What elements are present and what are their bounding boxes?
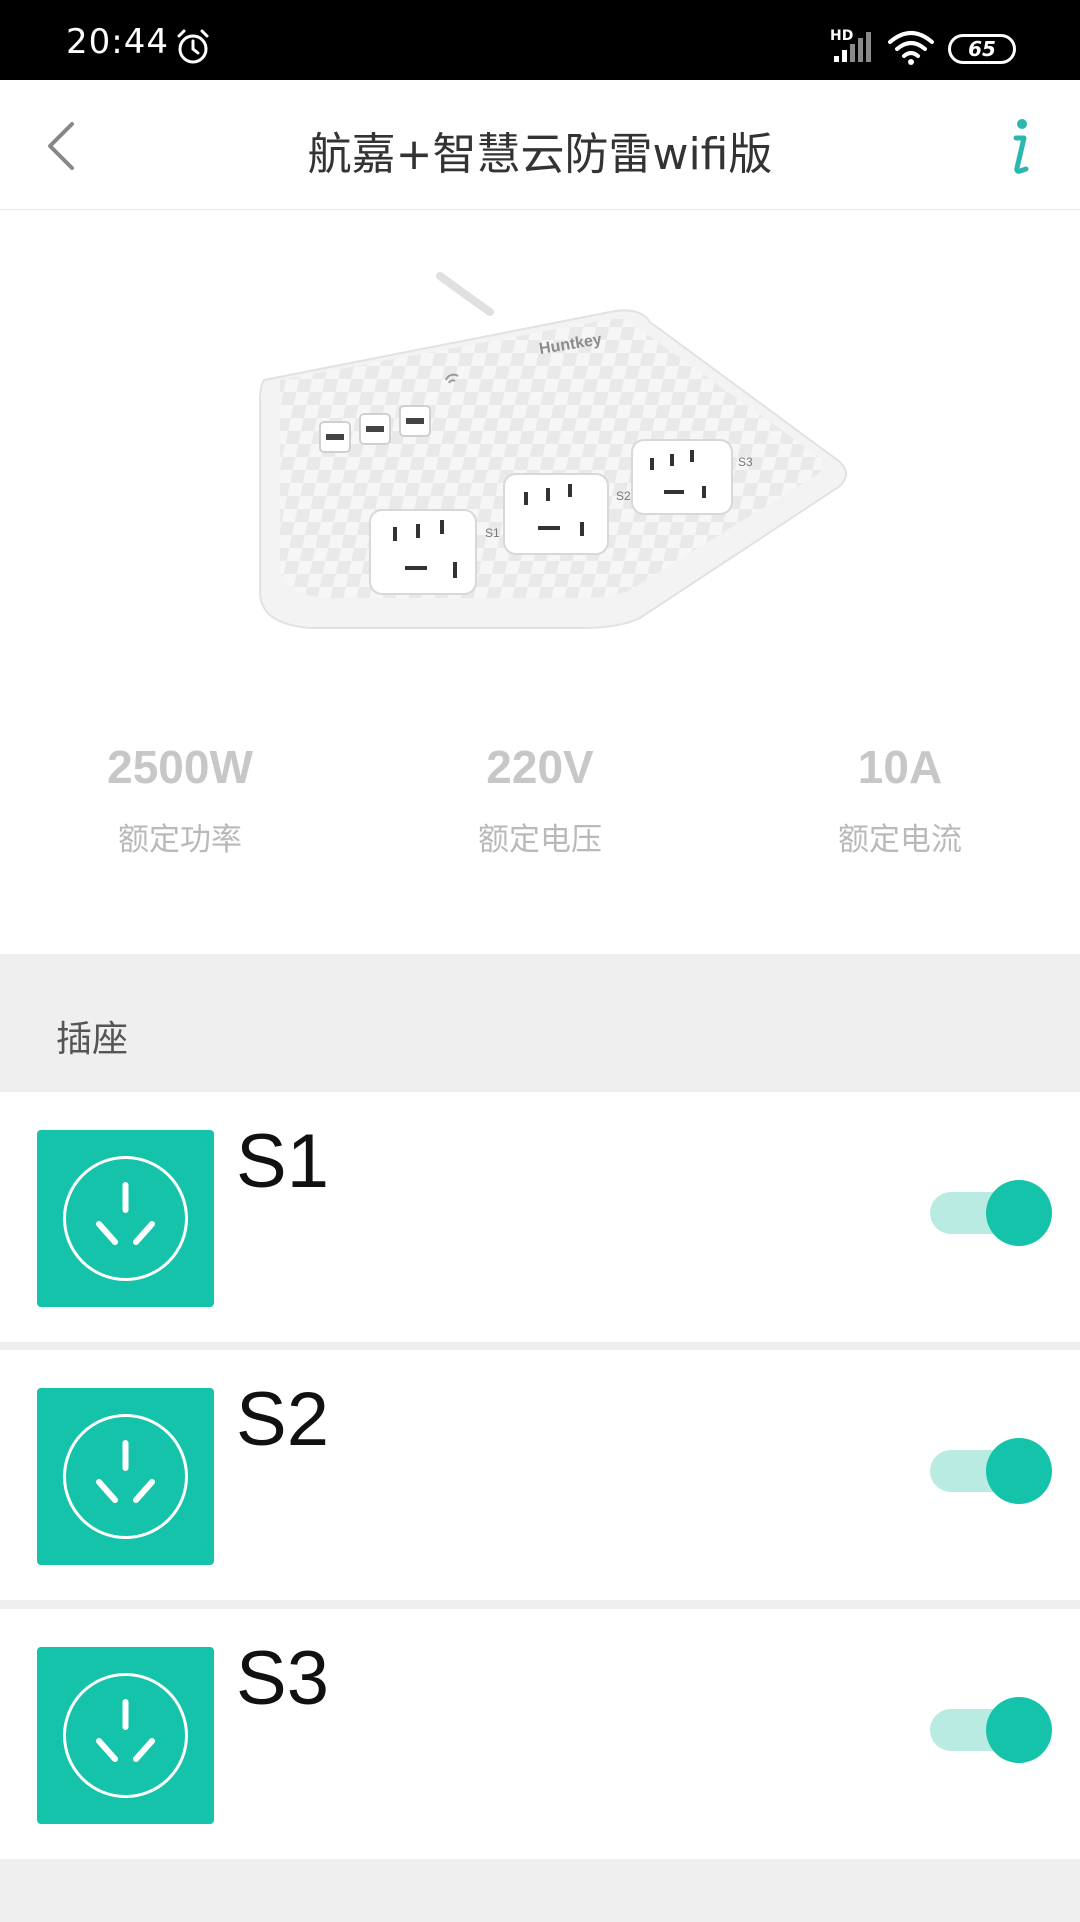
socket-name: S2 [236, 1377, 329, 1462]
strip-label-s3: S3 [738, 455, 753, 469]
strip-label-s1: S1 [485, 526, 500, 540]
socket-icon [37, 1130, 214, 1307]
socket-row-s3[interactable]: S3 [0, 1609, 1080, 1859]
app-header: 航嘉+智慧云防雷wifi版 [0, 80, 1080, 210]
spec-value: 10A [857, 741, 943, 793]
strip-label-s2: S2 [616, 489, 631, 503]
status-bar: 20:44 HD 65 [0, 0, 1080, 80]
power-strip-image: Huntkey S1 S2 S3 [259, 272, 847, 629]
socket-icon [37, 1647, 214, 1824]
spec-current: 10A 额定电流 [750, 740, 1050, 859]
signal-icon: HD [830, 28, 876, 64]
info-icon[interactable] [1000, 114, 1036, 178]
toggle-knob [986, 1180, 1052, 1246]
socket-icon [37, 1388, 214, 1565]
spec-value: 2500W [107, 741, 253, 793]
socket-s1-toggle[interactable] [928, 1180, 1052, 1246]
socket-s3-toggle[interactable] [928, 1697, 1052, 1763]
socket-row-s1[interactable]: S1 [0, 1092, 1080, 1342]
page-title: 航嘉+智慧云防雷wifi版 [307, 129, 773, 180]
spec-label: 额定功率 [118, 822, 242, 858]
battery-level: 65 [968, 37, 996, 61]
status-time: 20:44 [66, 22, 169, 62]
socket-row-s2[interactable]: S2 [0, 1350, 1080, 1600]
socket-name: S3 [236, 1636, 329, 1721]
toggle-knob [986, 1438, 1052, 1504]
socket-s2-toggle[interactable] [928, 1438, 1052, 1504]
section-title: 插座 [56, 1019, 129, 1060]
alarm-icon [177, 29, 209, 64]
spec-value: 220V [486, 741, 594, 793]
toggle-knob [986, 1697, 1052, 1763]
specs-row: 2500W 额定功率 220V 额定电压 10A 额定电流 [0, 740, 1080, 870]
wifi-icon [888, 31, 934, 65]
battery-indicator: 65 [948, 34, 1016, 64]
spec-label: 额定电流 [838, 822, 962, 858]
spec-power: 2500W 额定功率 [30, 740, 330, 859]
spec-voltage: 220V 额定电压 [390, 740, 690, 859]
spec-label: 额定电压 [478, 822, 602, 858]
socket-name: S1 [236, 1119, 329, 1204]
